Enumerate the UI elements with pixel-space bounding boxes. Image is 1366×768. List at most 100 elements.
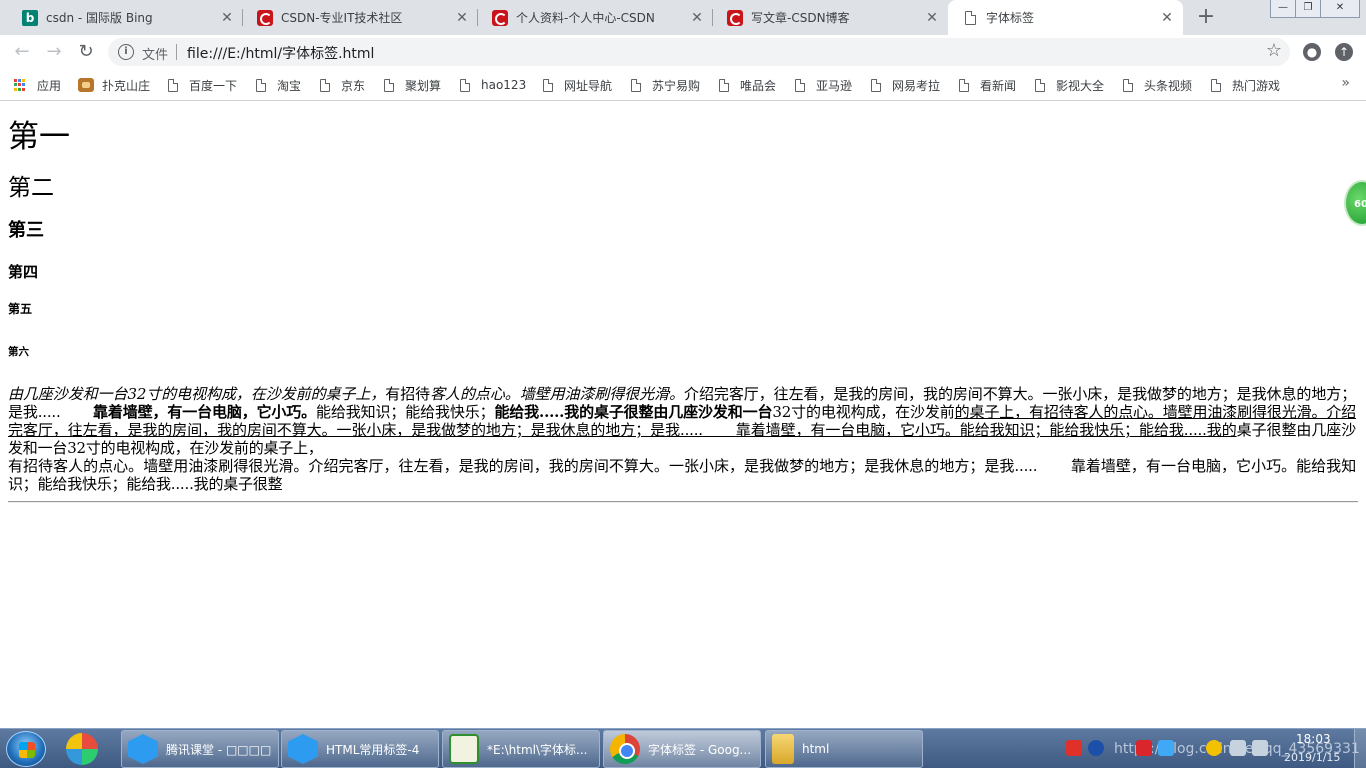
update-icon[interactable]: ↑ bbox=[1335, 43, 1353, 61]
clock-time[interactable]: 18:03 bbox=[1296, 732, 1331, 746]
scheme-label: 文件 bbox=[142, 48, 169, 63]
close-icon[interactable]: ✕ bbox=[219, 10, 235, 26]
heading-4: 第四 bbox=[8, 263, 39, 281]
network-icon[interactable] bbox=[1230, 740, 1246, 756]
forward-arrow-icon[interactable]: → bbox=[42, 40, 66, 64]
bold-text: 能给我.....我的桌子很整由几座沙发和一台 bbox=[494, 403, 773, 421]
bookmark-item[interactable]: 影视大全 bbox=[1035, 76, 1104, 94]
underlined-text: 靠着墙壁，有一台电脑，它小巧。能给我知识；能给我快乐；能给我.....我的 bbox=[735, 421, 1237, 439]
bookmark-item[interactable]: 扑克山庄 bbox=[78, 76, 150, 94]
account-icon[interactable]: ● bbox=[1303, 43, 1321, 61]
bookmark-item[interactable]: 淘宝 bbox=[256, 76, 301, 94]
document-icon bbox=[631, 78, 641, 92]
apps-grid-icon bbox=[14, 79, 26, 91]
clock-date[interactable]: 2019/1/15 bbox=[1284, 751, 1340, 764]
reload-icon[interactable]: ↻ bbox=[74, 40, 98, 64]
close-icon[interactable]: ✕ bbox=[1159, 10, 1175, 26]
help-icon[interactable] bbox=[1088, 740, 1104, 756]
bookmark-item[interactable]: 网址导航 bbox=[543, 76, 612, 94]
url-text[interactable]: file:///E:/html/字体标签.html bbox=[187, 43, 374, 63]
tab-title: csdn - 国际版 Bing bbox=[46, 11, 153, 25]
heading-2: 第二 bbox=[8, 175, 54, 201]
close-icon[interactable]: ✕ bbox=[924, 10, 940, 26]
bookmark-item[interactable]: 热门游戏 bbox=[1211, 76, 1280, 94]
taskbar-item-html-tags[interactable]: HTML常用标签-4 bbox=[281, 730, 439, 768]
volume-icon[interactable] bbox=[1252, 740, 1268, 756]
bookmark-label: 唯品会 bbox=[740, 78, 777, 93]
input-method-icon[interactable] bbox=[1066, 740, 1082, 756]
show-desktop-button[interactable] bbox=[1354, 729, 1366, 768]
info-icon[interactable]: i bbox=[118, 44, 134, 60]
pinned-app-icon[interactable] bbox=[66, 733, 98, 765]
taskbar-item-label: 腾讯课堂 - □□□□ bbox=[166, 742, 272, 757]
document-icon bbox=[384, 78, 394, 92]
tab-bing[interactable]: b csdn - 国际版 Bing ✕ bbox=[8, 0, 243, 35]
bookmark-item[interactable]: 唯品会 bbox=[719, 76, 776, 94]
tab-title: CSDN-专业IT技术社区 bbox=[281, 11, 403, 25]
document-icon bbox=[460, 78, 470, 92]
bookmark-label: 热门游戏 bbox=[1232, 78, 1281, 93]
bookmark-item[interactable]: 苏宁易购 bbox=[631, 76, 700, 94]
bookmark-label: 聚划算 bbox=[405, 78, 442, 93]
bookmark-item[interactable]: 百度一下 bbox=[168, 76, 237, 94]
plain-text: 32寸的电视构成，在沙发前 bbox=[772, 403, 955, 421]
bookmark-item[interactable]: 网易考拉 bbox=[871, 76, 940, 94]
back-arrow-icon[interactable]: ← bbox=[10, 40, 34, 64]
taskbar-item-folder[interactable]: html bbox=[765, 730, 923, 768]
document-icon bbox=[256, 78, 266, 92]
body-paragraph: 由几座沙发和一台32寸的电视构成，在沙发前的桌子上，有招待客人的点心。墙壁用油漆… bbox=[8, 385, 1356, 493]
tab-csdn-profile[interactable]: 个人资料-个人中心-CSDN ✕ bbox=[478, 0, 713, 35]
taskbar-item-tencent-classroom[interactable]: 腾讯课堂 - □□□□ bbox=[121, 730, 279, 768]
address-bar[interactable]: i 文件 file:///E:/html/字体标签.html ☆ bbox=[108, 38, 1290, 66]
bookmark-label: 苏宁易购 bbox=[652, 78, 701, 93]
tab-csdn-home[interactable]: CSDN-专业IT技术社区 ✕ bbox=[243, 0, 478, 35]
restore-button[interactable]: ❐ bbox=[1295, 0, 1321, 18]
document-icon bbox=[959, 78, 969, 92]
heading-1: 第一 bbox=[8, 119, 70, 155]
bookmarks-bar: 应用 扑克山庄 百度一下 淘宝 京东 聚划算 hao123 网址导航 苏宁易购 … bbox=[0, 69, 1366, 101]
windows-start-icon[interactable] bbox=[6, 731, 46, 767]
antivirus-icon[interactable] bbox=[1136, 740, 1152, 756]
bookmarks-overflow-button[interactable]: » bbox=[1341, 75, 1350, 91]
bookmark-item[interactable]: hao123 bbox=[460, 76, 526, 94]
bookmark-apps[interactable]: 应用 bbox=[14, 76, 61, 94]
bookmark-item[interactable]: 京东 bbox=[320, 76, 365, 94]
bookmark-label: 影视大全 bbox=[1056, 78, 1105, 93]
close-icon[interactable]: ✕ bbox=[689, 10, 705, 26]
cloud-icon[interactable] bbox=[1158, 740, 1174, 756]
document-icon bbox=[795, 78, 805, 92]
close-icon[interactable]: ✕ bbox=[454, 10, 470, 26]
minimize-button[interactable]: — bbox=[1270, 0, 1296, 18]
new-tab-button[interactable]: + bbox=[1194, 4, 1218, 30]
tab-csdn-write[interactable]: 写文章-CSDN博客 ✕ bbox=[713, 0, 948, 35]
csdn-icon bbox=[492, 9, 508, 26]
tencent-classroom-icon bbox=[128, 734, 158, 764]
underlined-gap bbox=[703, 421, 736, 439]
plain-text: 有招待 bbox=[385, 385, 431, 403]
document-icon bbox=[1211, 78, 1221, 92]
document-icon bbox=[962, 10, 978, 26]
window-close-button[interactable]: ✕ bbox=[1320, 0, 1360, 18]
bookmark-label: 扑克山庄 bbox=[102, 78, 151, 93]
taskbar-item-chrome[interactable]: 字体标签 - Goog... bbox=[603, 730, 761, 768]
bookmark-item[interactable]: 亚马逊 bbox=[795, 76, 852, 94]
horizontal-rule bbox=[8, 501, 1358, 503]
bookmark-item[interactable]: 看新闻 bbox=[959, 76, 1016, 94]
tab-font-tags[interactable]: 字体标签 ✕ bbox=[948, 0, 1183, 35]
bookmark-label: 网址导航 bbox=[564, 78, 613, 93]
document-icon bbox=[543, 78, 553, 92]
italic-text: 客人的点心。墙壁用油漆刷得很光滑。 bbox=[430, 385, 685, 403]
bookmark-item[interactable]: 头条视频 bbox=[1123, 76, 1192, 94]
taskbar-item-notepad[interactable]: *E:\html\字体标... bbox=[442, 730, 600, 768]
taskbar-item-label: 字体标签 - Goog... bbox=[648, 742, 752, 757]
system-tray: https://blog.csdn.net/qq_43569331 bbox=[1062, 729, 1360, 768]
plain-text: 能给我知识；能给我快乐； bbox=[316, 403, 495, 421]
document-icon bbox=[168, 78, 178, 92]
bookmark-label: 京东 bbox=[341, 78, 366, 93]
floating-speed-badge[interactable]: 60 bbox=[1344, 180, 1366, 226]
star-icon[interactable]: ☆ bbox=[1266, 40, 1282, 61]
taskbar-item-label: HTML常用标签-4 bbox=[326, 742, 420, 757]
bookmark-item[interactable]: 聚划算 bbox=[384, 76, 441, 94]
bookmark-label: 头条视频 bbox=[1144, 78, 1193, 93]
status-icon[interactable] bbox=[1206, 740, 1222, 756]
